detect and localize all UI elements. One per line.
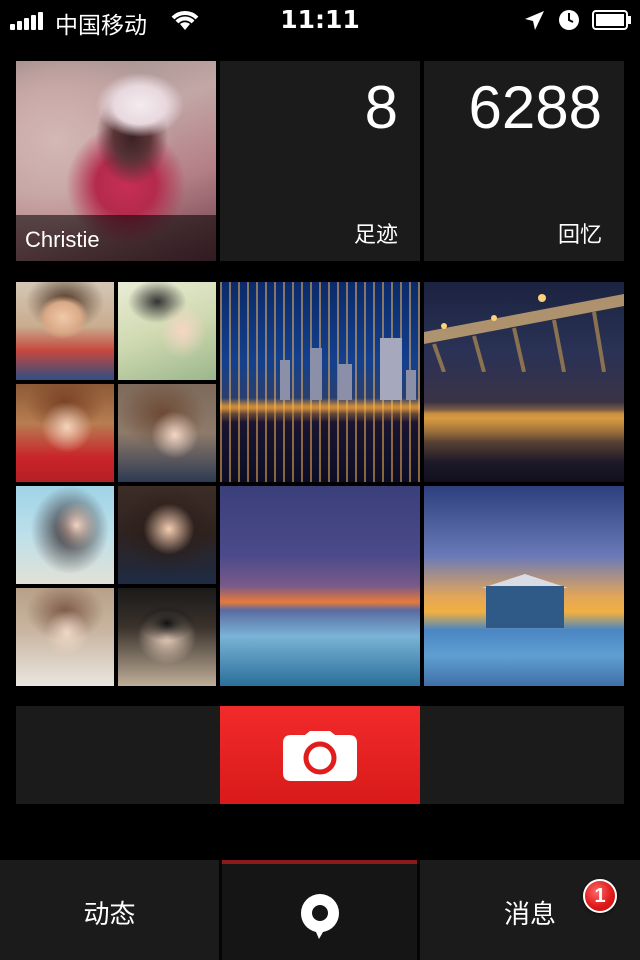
memories-count: 6288 [468,74,602,141]
footprints-tile[interactable]: 8 足迹 [220,61,420,261]
bridge-night-photo[interactable] [424,282,624,482]
camera-bar-left [16,706,220,804]
boathouse-sunset-photo[interactable] [424,486,624,686]
tab-messages[interactable]: 消息 1 [420,860,640,960]
camera-bar-right [420,706,624,804]
profile-caption: Christie [16,215,216,261]
clock-icon [559,10,579,30]
camera-icon [283,731,357,781]
messages-badge: 1 [583,879,617,913]
friend-photo[interactable] [16,588,114,686]
map-pin-icon [300,894,340,939]
tab-map[interactable] [222,860,417,960]
friend-photo[interactable] [16,282,114,380]
profile-name: Christie [25,227,100,252]
location-arrow-icon [525,11,544,30]
camera-button[interactable] [220,706,420,804]
memories-label: 回忆 [557,223,602,248]
profile-tile[interactable]: Christie [16,61,216,261]
memories-tile[interactable]: 6288 回忆 [424,61,624,261]
tab-feed[interactable]: 动态 [0,860,219,960]
friend-photo[interactable] [16,486,114,584]
friend-photo[interactable] [118,486,216,584]
friend-photo[interactable] [118,282,216,380]
tab-feed-label: 动态 [83,900,136,930]
footprints-count: 8 [364,74,398,141]
footprints-label: 足迹 [353,223,398,248]
friend-photo[interactable] [16,384,114,482]
friend-photo[interactable] [118,384,216,482]
battery-icon [592,10,631,30]
status-bar: 中国移动 11:11 [0,0,640,40]
bridge-graphic [424,294,624,372]
city-night-photo[interactable] [220,282,420,482]
tab-bar: 动态 消息 1 [0,860,640,960]
friend-photo[interactable] [118,588,216,686]
marina-sunset-photo[interactable] [220,486,420,686]
